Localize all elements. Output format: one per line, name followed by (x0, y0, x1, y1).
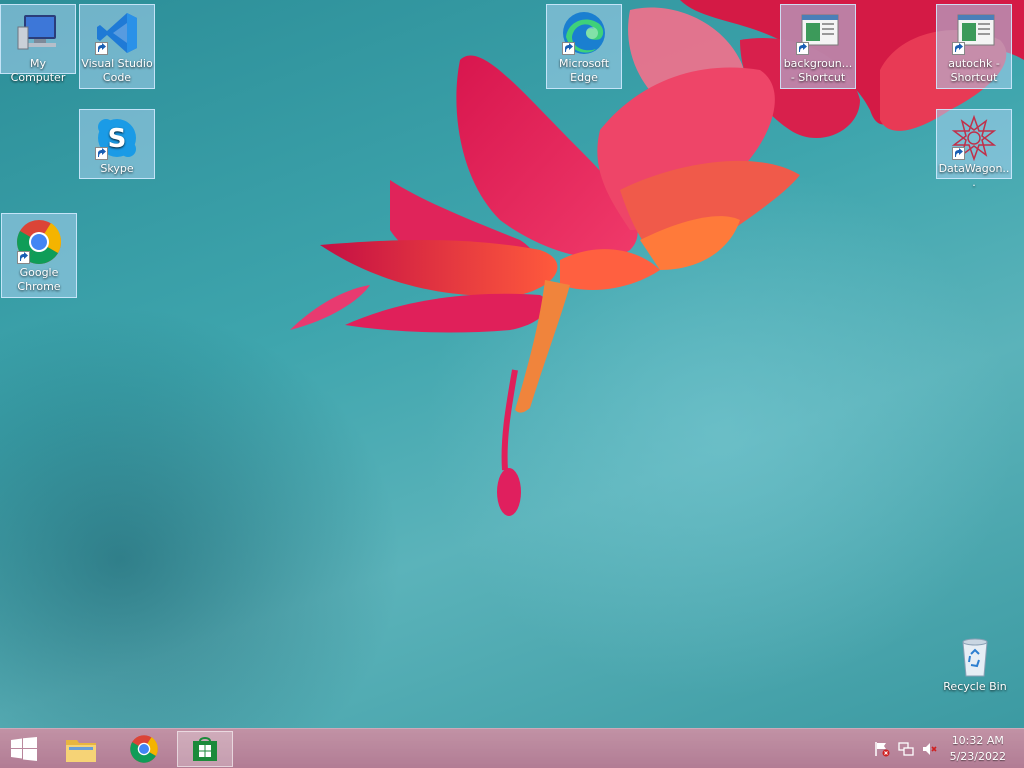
microsoft-edge-label: Microsoft Edge (558, 57, 610, 84)
skype-label: Skype (100, 162, 134, 175)
vscode-label: Visual Studio Code (81, 57, 153, 84)
desktop[interactable]: My Computer Visual Studio Code S Skype G… (0, 0, 1024, 728)
clock-date: 5/23/2022 (949, 750, 1006, 763)
shortcut-arrow-icon (95, 147, 108, 160)
autochk-shortcut-label: autochk - Shortcut (948, 57, 1000, 84)
shortcut-arrow-icon (562, 42, 575, 55)
datawagon-star-icon (950, 114, 998, 162)
store-icon (193, 737, 217, 761)
skype-icon: S (93, 114, 141, 162)
recycle-bin-icon (951, 632, 999, 680)
taskbar-file-explorer-button[interactable] (53, 731, 109, 767)
vscode-desktop-icon[interactable]: Visual Studio Code (79, 4, 155, 89)
google-chrome-label: Google Chrome (17, 266, 61, 293)
shortcut-arrow-icon (17, 251, 30, 264)
action-center-flag-icon[interactable] (874, 741, 890, 757)
volume-muted-icon[interactable] (922, 741, 938, 757)
start-button[interactable] (0, 731, 48, 767)
chrome-icon (130, 735, 158, 763)
application-window-icon (794, 9, 842, 57)
shortcut-arrow-icon (952, 147, 965, 160)
taskbar: 10:32 AM 5/23/2022 (0, 728, 1024, 768)
clock-time: 10:32 AM (951, 734, 1004, 747)
recycle-bin-desktop-icon[interactable]: Recycle Bin (937, 628, 1013, 698)
shortcut-arrow-icon (95, 42, 108, 55)
recycle-bin-label: Recycle Bin (943, 680, 1007, 693)
shortcut-arrow-icon (952, 42, 965, 55)
my-computer-desktop-icon[interactable]: My Computer (0, 4, 76, 84)
folder-icon (66, 740, 96, 762)
background-shortcut-label: backgroun... - Shortcut (783, 57, 853, 84)
svg-text:S: S (108, 124, 127, 154)
my-computer-label: My Computer (10, 57, 66, 84)
taskbar-store-button[interactable] (177, 731, 233, 767)
computer-icon (14, 9, 62, 57)
shortcut-arrow-icon (796, 42, 809, 55)
system-clock[interactable]: 10:32 AM 5/23/2022 (950, 733, 1006, 765)
microsoft-edge-desktop-icon[interactable]: Microsoft Edge (546, 4, 622, 89)
taskbar-chrome-button[interactable] (116, 731, 172, 767)
autochk-shortcut-desktop-icon[interactable]: autochk - Shortcut (936, 4, 1012, 89)
edge-icon (560, 9, 608, 57)
datawagon-label: DataWagon... (938, 162, 1010, 189)
network-icon[interactable] (898, 741, 914, 757)
skype-desktop-icon[interactable]: S Skype (79, 109, 155, 179)
vscode-icon (93, 9, 141, 57)
datawagon-desktop-icon[interactable]: DataWagon... (936, 109, 1012, 189)
windows-logo-icon (11, 737, 37, 761)
chrome-icon (15, 218, 63, 266)
google-chrome-desktop-icon[interactable]: Google Chrome (1, 213, 77, 298)
background-shortcut-desktop-icon[interactable]: backgroun... - Shortcut (780, 4, 856, 89)
application-window-icon (950, 9, 998, 57)
